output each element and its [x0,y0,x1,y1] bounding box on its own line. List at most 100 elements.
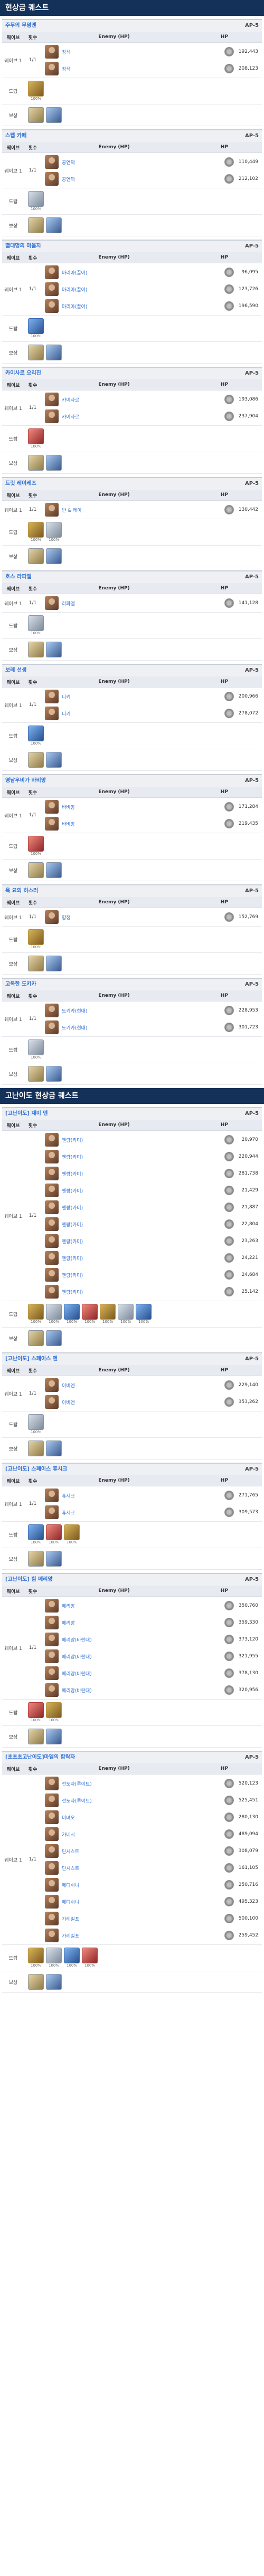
enemy-name[interactable]: 메리앙(바란대) [62,1653,186,1660]
sword-icon[interactable] [28,548,44,564]
enemy-name[interactable]: 딘시스트 [62,1865,186,1872]
quest-title-bar[interactable]: 주무의 무덤엔 AP-5 [2,19,262,32]
sword-icon[interactable] [28,1440,44,1456]
drop-item[interactable]: 100% [28,1948,44,1968]
drop-item[interactable]: 100% [28,1039,44,1060]
quest-title-bar[interactable]: 고독한 도키카 AP-5 [2,978,262,990]
enemy-entry[interactable]: 메리앙 [42,1597,186,1614]
enemy-name[interactable]: 엔량(카미) [62,1272,186,1279]
enemy-name[interactable]: 전도자(루이트) [62,1780,186,1787]
drop-item[interactable]: 100% [28,81,44,101]
enemy-entry[interactable]: 딘시스트 [42,1843,186,1859]
enemy-name[interactable]: 공연팩 [62,159,186,166]
staff-icon[interactable] [46,862,62,878]
quest-title-bar[interactable]: 호스 라파엘 AP-5 [2,570,262,583]
enemy-name[interactable]: 가례밀포 [62,1932,186,1939]
sword-icon[interactable] [28,752,44,768]
enemy-entry[interactable]: 도키카(현대) [42,1019,186,1036]
sword-icon[interactable] [28,956,44,971]
quest-title-bar[interactable]: 스텝 카페 AP-5 [2,129,262,142]
enemy-name[interactable]: 마리아(끌어) [62,269,186,276]
enemy-name[interactable]: 도키카(현대) [62,1024,186,1031]
enemy-entry[interactable]: 마리아(끌어) [42,264,186,281]
enemy-name[interactable]: 바비앙 [62,804,186,810]
enemy-name[interactable]: 카이사르 [62,413,186,420]
enemy-name[interactable]: 딘시스트 [62,1848,186,1855]
enemy-name[interactable]: 휴시크 [62,1492,186,1499]
enemy-entry[interactable]: 전도자(루이트) [42,1775,186,1792]
staff-icon[interactable] [46,217,62,233]
drop-item[interactable]: 100% [46,1304,62,1324]
enemy-entry[interactable]: 마리아(끌어) [42,281,186,298]
enemy-entry[interactable]: 엔량(카미) [42,1182,186,1199]
enemy-name[interactable]: 라파엘 [62,600,186,607]
enemy-entry[interactable]: 가네시 [42,1826,186,1843]
quest-title-bar[interactable]: [초초초고난이도]마멜의 함락자 AP-5 [2,1751,262,1763]
enemy-name[interactable]: 엔량(카미) [62,1153,186,1160]
drop-item[interactable]: 100% [28,1524,44,1545]
staff-icon[interactable] [46,548,62,564]
quest-title-bar[interactable]: 트릿 레이레즈 AP-5 [2,477,262,490]
drop-item[interactable]: 100% [46,1524,62,1545]
enemy-entry[interactable]: 메리앙(바란대) [42,1648,186,1665]
enemy-name[interactable]: 엔량(카미) [62,1187,186,1194]
enemy-name[interactable]: 이비엔 [62,1399,186,1406]
enemy-name[interactable]: 엔량(카미) [62,1255,186,1262]
drop-item[interactable]: 100% [28,726,44,746]
drop-item[interactable]: 100% [136,1304,152,1324]
enemy-entry[interactable]: 엔량(카미) [42,1249,186,1266]
enemy-name[interactable]: 엔량(카미) [62,1238,186,1245]
enemy-name[interactable]: 전도자(루이트) [62,1797,186,1804]
enemy-entry[interactable]: 공연팩 [42,154,186,170]
enemy-entry[interactable]: 메리앙(바란대) [42,1682,186,1699]
drop-item[interactable]: 100% [28,191,44,212]
sword-icon[interactable] [28,862,44,878]
enemy-name[interactable]: 함정 [62,914,186,921]
enemy-entry[interactable]: 엔량(카미) [42,1148,186,1165]
quest-title-bar[interactable]: 영남우비가 바비앙 AP-5 [2,774,262,787]
enemy-name[interactable]: 마리아(끌어) [62,286,186,293]
drop-item[interactable]: 100% [28,428,44,449]
enemy-name[interactable]: 엔량(카미) [62,1221,186,1228]
enemy-entry[interactable]: 딘시스트 [42,1859,186,1876]
enemy-name[interactable]: 메디쉬나 [62,1882,186,1888]
staff-icon[interactable] [46,455,62,471]
drop-item[interactable]: 100% [28,615,44,636]
enemy-entry[interactable]: 반 & 레이 [42,501,186,518]
enemy-name[interactable]: 메리앙 [62,1602,186,1609]
staff-icon[interactable] [46,1440,62,1456]
quest-title-bar[interactable]: [고난이도] 재미 엔 AP-5 [2,1107,262,1120]
sword-icon[interactable] [28,642,44,657]
enemy-name[interactable]: 이비엔 [62,1382,186,1389]
enemy-name[interactable]: 공연팩 [62,176,186,183]
enemy-entry[interactable]: 가례밀포 [42,1927,186,1944]
enemy-name[interactable]: 도키카(현대) [62,1007,186,1014]
enemy-name[interactable]: 카이사르 [62,396,186,403]
enemy-name[interactable]: 니키 [62,710,186,717]
quest-title-bar[interactable]: [고난이도] 스페이스 휴시크 AP-5 [2,1463,262,1475]
drop-item[interactable]: 100% [46,522,62,542]
sword-icon[interactable] [28,1066,44,1082]
enemy-name[interactable]: 마리아(끌어) [62,303,186,310]
drop-item[interactable]: 100% [28,522,44,542]
enemy-entry[interactable]: 바비앙 [42,798,186,815]
enemy-name[interactable]: 정석 [62,49,186,55]
drop-item[interactable]: 100% [46,1948,62,1968]
drop-item[interactable]: 100% [64,1304,80,1324]
enemy-name[interactable]: 엔량(카미) [62,1170,186,1177]
drop-item[interactable]: 100% [28,318,44,339]
enemy-entry[interactable]: 메리앙(바란대) [42,1631,186,1648]
drop-item[interactable]: 100% [100,1304,116,1324]
quest-title-bar[interactable]: 보레 선생 AP-5 [2,664,262,676]
enemy-entry[interactable]: 정석 [42,43,186,60]
enemy-name[interactable]: 정석 [62,65,186,72]
enemy-entry[interactable]: 니키 [42,705,186,722]
enemy-entry[interactable]: 메디쉬나 [42,1876,186,1893]
quest-title-bar[interactable]: 멸대명의 마을자 AP-5 [2,240,262,252]
enemy-name[interactable]: 니키 [62,693,186,700]
quest-title-bar[interactable]: [고난이도] 스페이스 엔 AP-5 [2,1352,262,1365]
enemy-entry[interactable]: 함정 [42,909,186,926]
staff-icon[interactable] [46,107,62,123]
enemy-entry[interactable]: 가례밀포 [42,1910,186,1927]
enemy-entry[interactable]: 카이사르 [42,408,186,425]
